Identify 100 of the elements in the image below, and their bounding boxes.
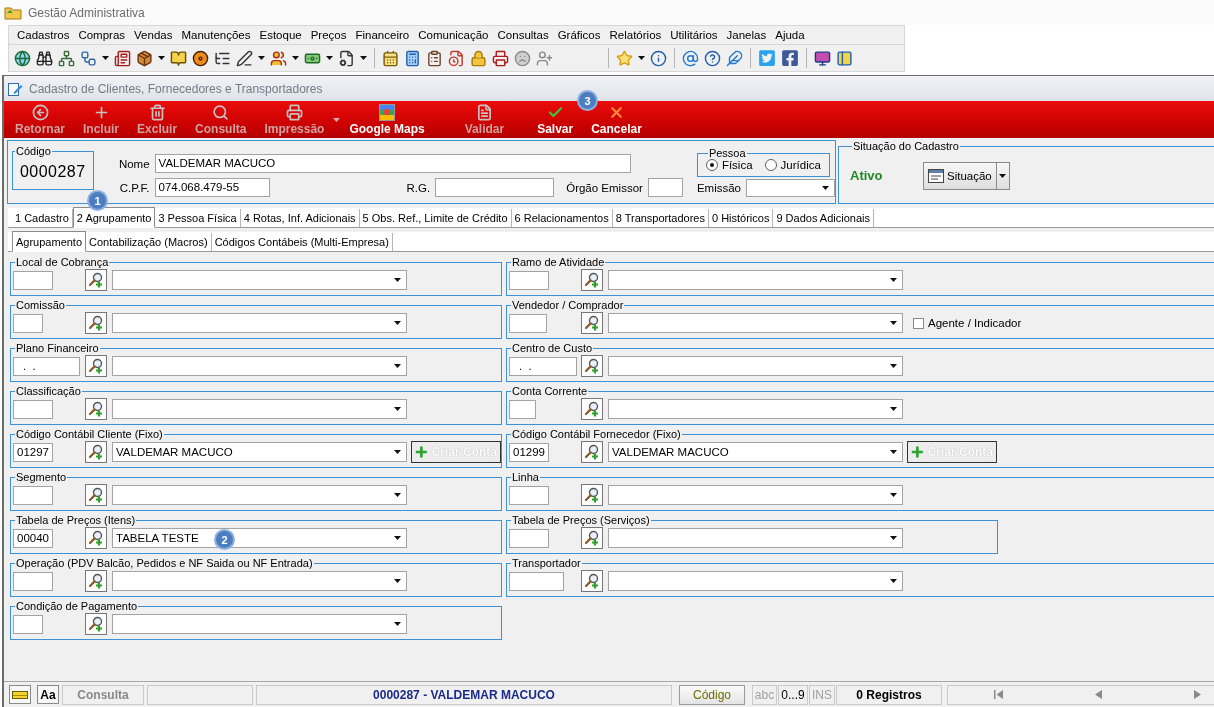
lookup-button[interactable] (85, 484, 107, 506)
dropdown-field[interactable] (112, 399, 407, 419)
caret-down-icon[interactable] (292, 56, 299, 60)
code-field[interactable]: 01297 (13, 442, 53, 462)
menu-item[interactable]: Gráficos (552, 29, 605, 41)
lookup-button[interactable] (581, 484, 603, 506)
document-gear-icon[interactable] (338, 49, 355, 67)
menu-item[interactable]: Relatórios (604, 29, 666, 41)
issuer-field[interactable] (647, 178, 683, 197)
star-icon[interactable] (616, 49, 633, 67)
lookup-button[interactable] (581, 527, 603, 549)
printer-icon[interactable] (492, 49, 509, 67)
dropdown-field[interactable]: VALDEMAR MACUCO (608, 442, 903, 462)
at-sign-icon[interactable] (682, 49, 699, 67)
facebook-icon[interactable] (781, 49, 799, 67)
disc-icon[interactable] (192, 49, 209, 67)
caret-down-icon[interactable] (394, 579, 401, 583)
menu-item[interactable]: Utilitários (665, 29, 722, 41)
tab[interactable]: Contabilização (Macros) (86, 233, 212, 251)
book-icon[interactable] (170, 49, 187, 67)
code-field[interactable] (13, 485, 53, 505)
lookup-button[interactable] (85, 269, 107, 291)
previous-arrow-icon[interactable] (1095, 690, 1102, 699)
dropdown-field[interactable] (112, 270, 407, 290)
code-field[interactable] (13, 614, 43, 634)
menu-item[interactable]: Consultas (492, 29, 553, 41)
dropdown-field[interactable]: VALDEMAR MACUCO (112, 442, 407, 462)
lookup-button[interactable] (581, 398, 603, 420)
code-field[interactable]: . . (509, 356, 577, 376)
globe-icon[interactable] (14, 49, 31, 67)
caret-down-icon[interactable] (890, 579, 897, 583)
caret-down-icon[interactable] (394, 493, 401, 497)
dropdown-field[interactable] (608, 313, 903, 333)
dropdown-field[interactable] (608, 571, 903, 591)
menu-item[interactable]: Cadastros (12, 29, 74, 41)
caret-down-icon[interactable] (360, 56, 367, 60)
code-field[interactable]: . . (13, 356, 80, 376)
lookup-button[interactable] (581, 355, 603, 377)
dropdown-field[interactable] (608, 270, 903, 290)
lookup-button[interactable] (581, 441, 603, 463)
caret-down-icon[interactable] (890, 493, 897, 497)
dropdown-field[interactable] (608, 356, 903, 376)
clipboard-icon[interactable] (426, 49, 443, 67)
caret-down-icon[interactable] (890, 536, 897, 540)
code-field[interactable] (509, 485, 549, 505)
menu-item[interactable]: Financeiro (350, 29, 414, 41)
lookup-button[interactable] (581, 570, 603, 592)
dropdown-field[interactable] (608, 399, 903, 419)
name-field[interactable]: VALDEMAR MACUCO (154, 154, 631, 173)
code-field[interactable] (509, 528, 549, 548)
document-clock-icon[interactable] (448, 49, 465, 67)
cpf-field[interactable]: 074.068.479-55 (154, 178, 270, 197)
hierarchy-icon[interactable] (58, 49, 75, 67)
dropdown-field[interactable] (112, 614, 407, 634)
menu-item[interactable]: Comunicação (413, 29, 493, 41)
caret-down-icon[interactable] (394, 364, 401, 368)
menu-item[interactable]: Manutenções (176, 29, 255, 41)
code-field[interactable] (509, 399, 536, 419)
caret-down-icon[interactable] (890, 278, 897, 282)
calculator-icon[interactable] (404, 49, 421, 67)
code-field[interactable] (13, 313, 43, 333)
caret-down-icon[interactable] (890, 321, 897, 325)
caret-down-icon[interactable] (638, 56, 645, 60)
caret-down-icon[interactable] (394, 321, 401, 325)
caret-down-icon[interactable] (394, 407, 401, 411)
dropdown-field[interactable] (608, 485, 903, 505)
code-field[interactable] (509, 313, 547, 333)
caret-down-icon[interactable] (102, 56, 109, 60)
toolbar-button[interactable]: Google Maps (340, 101, 434, 138)
menu-item[interactable]: Compras (73, 29, 130, 41)
lookup-button[interactable] (581, 312, 603, 334)
menu-item[interactable]: Ajuda (770, 29, 809, 41)
tab[interactable]: Agrupamento (12, 231, 87, 252)
feather-icon[interactable] (726, 49, 743, 67)
lookup-button[interactable] (85, 441, 107, 463)
workflow-icon[interactable] (80, 49, 97, 67)
calendar-icon[interactable] (382, 49, 399, 67)
skip-to-start-icon[interactable] (994, 690, 1003, 699)
caret-down-icon[interactable] (890, 450, 897, 454)
people-icon[interactable] (270, 49, 287, 67)
code-field[interactable] (13, 399, 53, 419)
checkbox[interactable] (913, 317, 924, 329)
caret-down-icon[interactable] (822, 186, 829, 190)
lookup-button[interactable] (85, 613, 107, 635)
newspaper-icon[interactable] (114, 49, 131, 67)
code-field[interactable]: 01299 (509, 442, 549, 462)
rg-field[interactable] (435, 178, 555, 197)
next-arrow-icon[interactable] (1194, 690, 1201, 699)
menu-item[interactable]: Janelas (721, 29, 771, 41)
sort-button[interactable]: Código (679, 684, 745, 705)
code-field[interactable] (509, 571, 564, 591)
caret-down-icon[interactable] (258, 56, 265, 60)
caret-down-icon[interactable] (394, 536, 401, 540)
caret-down-icon[interactable] (394, 450, 401, 454)
lookup-button[interactable] (581, 269, 603, 291)
pen-icon[interactable] (236, 49, 253, 67)
lookup-button[interactable] (85, 398, 107, 420)
lookup-button[interactable] (85, 312, 107, 334)
caret-down-icon[interactable] (999, 173, 1007, 178)
menu-item[interactable]: Vendas (129, 29, 177, 41)
